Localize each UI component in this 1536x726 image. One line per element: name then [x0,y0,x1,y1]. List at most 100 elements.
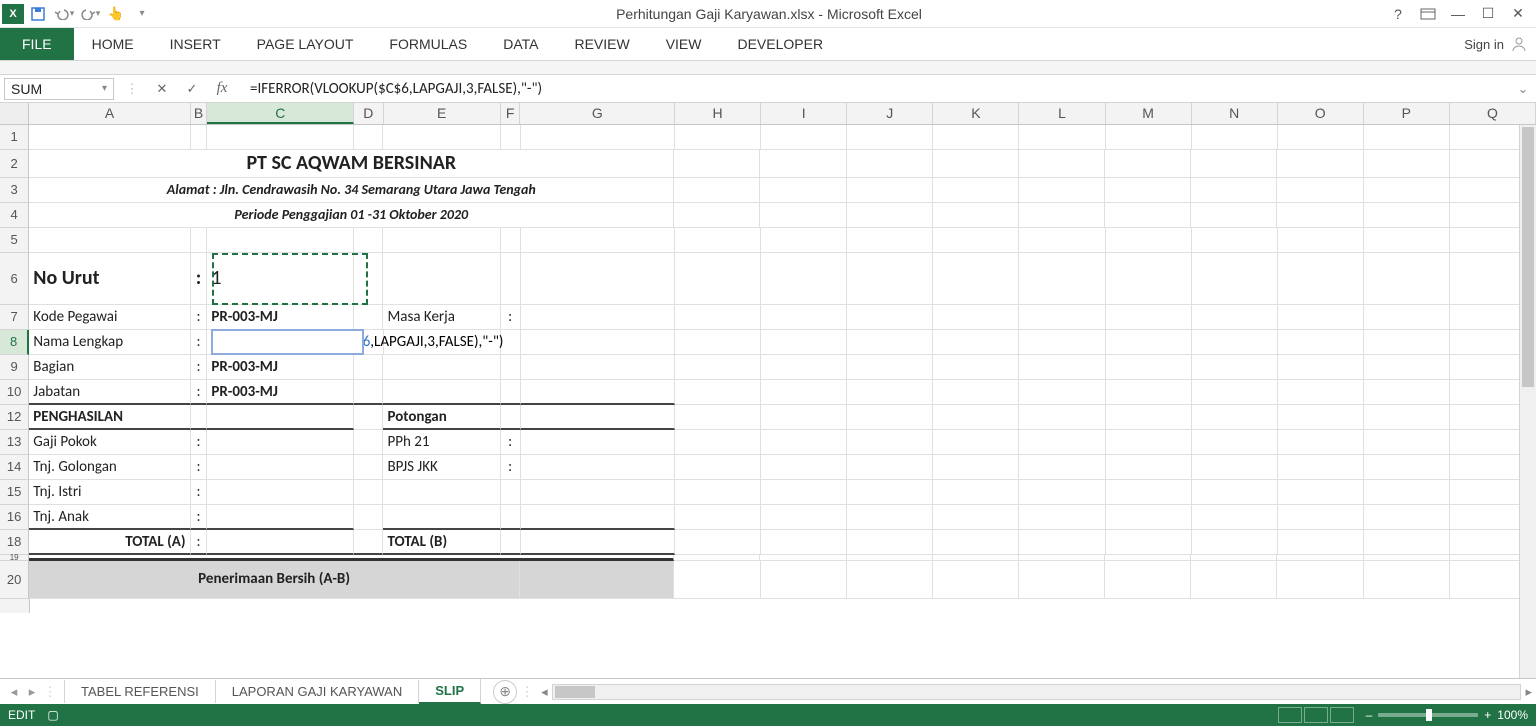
expand-formula-bar-icon[interactable]: ⌄ [1514,81,1532,97]
undo-icon[interactable]: ▾ [52,2,76,26]
cell-bpjs-jkk[interactable]: BPJS JKK [383,455,500,480]
col-header-H[interactable]: H [675,103,761,124]
minimize-icon[interactable]: — [1444,2,1472,26]
col-header-M[interactable]: M [1106,103,1192,124]
touch-mode-icon[interactable]: 👆 [104,2,128,26]
cell-bagian-label[interactable]: Bagian [29,355,190,380]
tab-view[interactable]: VIEW [648,28,720,60]
cell-tnj-anak[interactable]: Tnj. Anak [29,505,190,530]
sheet-tab-tabel-referensi[interactable]: TABEL REFERENSI [64,680,216,703]
ribbon-display-icon[interactable] [1414,2,1442,26]
col-header-J[interactable]: J [847,103,933,124]
vertical-scrollbar[interactable] [1519,125,1536,678]
accept-formula-icon[interactable]: ✓ [182,81,202,97]
sheet-nav-next-icon[interactable]: ▸ [24,684,40,700]
cell-company-title[interactable]: PT SC AQWAM BERSINAR [29,150,674,178]
row-header-13[interactable]: 13 [0,430,29,455]
col-header-Q[interactable]: Q [1450,103,1536,124]
cell-kode-pegawai-value[interactable]: PR-003-MJ [207,305,354,330]
zoom-level[interactable]: 100% [1497,708,1528,722]
cell-kode-pegawai-label[interactable]: Kode Pegawai [29,305,190,330]
tab-file[interactable]: FILE [0,28,74,60]
cell-nama-lengkap-editing[interactable]: =IFERROR(VLOOKUP($C$6,LAPGAJI,3,FALSE),"… [207,330,354,355]
cell-nama-lengkap-label[interactable]: Nama Lengkap [29,330,190,355]
cell-total-a[interactable]: TOTAL (A) [29,530,190,555]
row-header-12[interactable]: 12 [0,405,29,430]
cell-masa-kerja-label[interactable]: Masa Kerja [383,305,500,330]
help-icon[interactable]: ? [1384,2,1412,26]
cell-tnj-golongan[interactable]: Tnj. Golongan [29,455,190,480]
tab-review[interactable]: REVIEW [556,28,647,60]
col-header-L[interactable]: L [1019,103,1105,124]
cell-penerimaan-bersih[interactable]: Penerimaan Bersih (A-B) [29,561,520,599]
tab-insert[interactable]: INSERT [152,28,239,60]
cell-total-b[interactable]: TOTAL (B) [383,530,500,555]
scroll-left-icon[interactable]: ◂ [541,684,548,700]
col-header-P[interactable]: P [1364,103,1450,124]
col-header-D[interactable]: D [354,103,383,124]
cell-jabatan-label[interactable]: Jabatan [29,380,190,405]
col-header-F[interactable]: F [501,103,521,124]
maximize-icon[interactable]: ☐ [1474,2,1502,26]
cell-address[interactable]: Alamat : Jln. Cendrawasih No. 34 Semaran… [29,178,674,203]
row-header-16[interactable]: 16 [0,505,29,530]
cell-no-urut-label[interactable]: No Urut [29,253,190,305]
sheet-tab-slip[interactable]: SLIP [419,679,481,704]
col-header-I[interactable]: I [761,103,847,124]
col-header-N[interactable]: N [1192,103,1278,124]
col-header-E[interactable]: E [384,103,501,124]
row-header-3[interactable]: 3 [0,178,29,203]
worksheet-grid[interactable]: 1 2 PT SC AQWAM BERSINAR 3 Alamat : Jln.… [0,125,1536,613]
cell-colon-b6[interactable]: : [191,253,208,305]
select-all-triangle[interactable] [0,103,29,124]
qat-customize-icon[interactable]: ▾ [130,2,154,26]
tab-developer[interactable]: DEVELOPER [719,28,841,60]
cell-period[interactable]: Periode Penggajian 01 -31 Oktober 2020 [29,203,674,228]
row-header-10[interactable]: 10 [0,380,29,405]
cell-gaji-pokok[interactable]: Gaji Pokok [29,430,190,455]
cell-tnj-istri[interactable]: Tnj. Istri [29,480,190,505]
col-header-K[interactable]: K [933,103,1019,124]
zoom-slider[interactable] [1378,713,1478,717]
macro-record-icon[interactable]: ▢ [47,708,58,722]
sign-in-link[interactable]: Sign in [1456,28,1536,60]
cell-bagian-value[interactable]: PR-003-MJ [207,355,354,380]
scroll-right-icon[interactable]: ▸ [1525,684,1532,700]
cell-pph21[interactable]: PPh 21 [383,430,500,455]
cell-jabatan-value[interactable]: PR-003-MJ [207,380,354,405]
cell-penghasilan-header[interactable]: PENGHASILAN [29,405,190,430]
add-sheet-button[interactable]: ⊕ [493,680,517,704]
zoom-in-icon[interactable]: + [1484,708,1491,722]
row-header-20[interactable]: 20 [0,561,29,599]
cancel-formula-icon[interactable]: ✕ [152,81,172,97]
col-header-C[interactable]: C [207,103,354,124]
row-header-5[interactable]: 5 [0,228,29,253]
row-header-2[interactable]: 2 [0,150,29,178]
row-header-8[interactable]: 8 [0,330,29,355]
sheet-nav-prev-icon[interactable]: ◂ [6,684,22,700]
formula-bar-input[interactable]: =IFERROR(VLOOKUP($C$6,LAPGAJI,3,FALSE),"… [240,80,1506,98]
redo-icon[interactable]: ▾ [78,2,102,26]
close-icon[interactable]: ✕ [1504,2,1532,26]
fx-icon[interactable]: fx [212,80,232,97]
tab-page-layout[interactable]: PAGE LAYOUT [239,28,372,60]
col-header-B[interactable]: B [191,103,208,124]
row-header-14[interactable]: 14 [0,455,29,480]
row-header-4[interactable]: 4 [0,203,29,228]
tab-home[interactable]: HOME [74,28,152,60]
name-box[interactable]: SUM▾ [4,78,114,100]
row-header-9[interactable]: 9 [0,355,29,380]
row-header-15[interactable]: 15 [0,480,29,505]
row-header-18[interactable]: 18 [0,530,29,555]
save-icon[interactable] [26,2,50,26]
tab-formulas[interactable]: FORMULAS [371,28,485,60]
col-header-G[interactable]: G [520,103,675,124]
view-buttons[interactable] [1278,707,1354,723]
col-header-A[interactable]: A [29,103,190,124]
tab-data[interactable]: DATA [485,28,556,60]
col-header-O[interactable]: O [1278,103,1364,124]
cell-potongan-header[interactable]: Potongan [383,405,500,430]
zoom-out-icon[interactable]: – [1366,708,1373,722]
horizontal-scrollbar[interactable] [552,684,1522,700]
row-header-1[interactable]: 1 [0,125,29,150]
